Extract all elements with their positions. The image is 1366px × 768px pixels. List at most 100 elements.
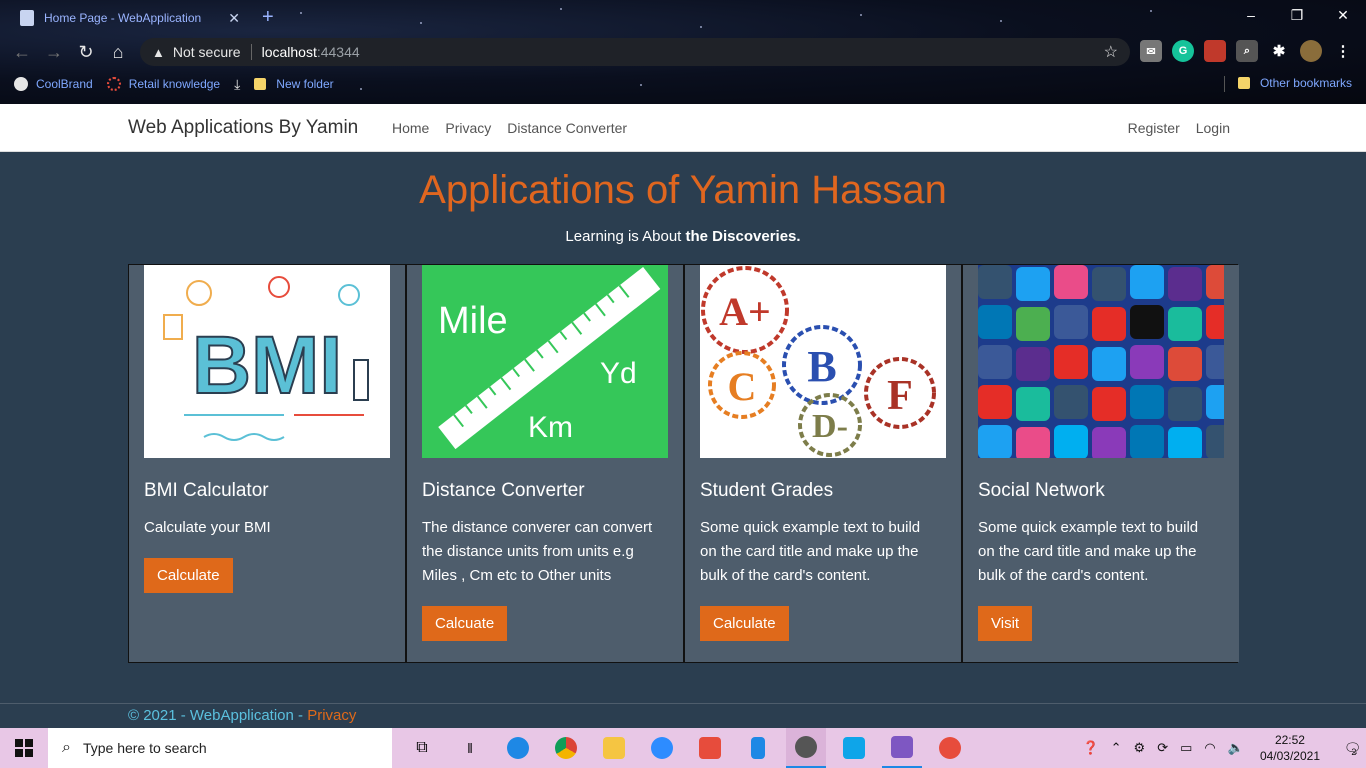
reload-button[interactable]: ↻ — [70, 36, 102, 68]
chevron-up-icon[interactable]: ⌃ — [1111, 740, 1122, 756]
other-bookmarks[interactable]: Other bookmarks — [1237, 76, 1352, 90]
download-bookmark[interactable]: ⤓ — [234, 76, 240, 93]
profile-avatar[interactable] — [1300, 40, 1322, 62]
new-tab-button[interactable]: + — [262, 6, 274, 29]
page-title: Applications of Yamin Hassan — [419, 168, 947, 212]
minimize-button[interactable]: – — [1228, 0, 1274, 30]
footer-privacy-link[interactable]: Privacy — [307, 707, 356, 724]
puzzle-icon[interactable]: ✱ — [1268, 40, 1290, 62]
phone-app[interactable] — [738, 728, 778, 768]
azure-app[interactable] — [834, 728, 874, 768]
bmi-image: BMI — [144, 265, 390, 458]
card-title: Distance Converter — [422, 480, 585, 501]
social-image — [978, 265, 1224, 458]
start-button[interactable] — [0, 728, 48, 768]
register-link[interactable]: Register — [1128, 120, 1180, 136]
file-explorer-app[interactable] — [594, 728, 634, 768]
grade-c: C — [728, 364, 757, 409]
taskbar-apps: ⧉ ‖ — [402, 728, 970, 768]
bookmark-star-icon[interactable]: ☆ — [1104, 42, 1118, 62]
close-window-button[interactable]: ✕ — [1320, 0, 1366, 30]
site-icon — [106, 77, 121, 91]
back-button[interactable]: ← — [6, 36, 38, 68]
login-link[interactable]: Login — [1196, 120, 1230, 136]
notification-center-button[interactable]: 🗨 2 — [1334, 728, 1366, 768]
bookmark-coolbrand[interactable]: CoolBrand — [14, 77, 93, 91]
mile-label: Mile — [438, 300, 508, 342]
card-student-grades: A+ C B F D- Student Grades Some quick ex… — [685, 265, 963, 662]
chrome-app[interactable] — [546, 728, 586, 768]
help-icon[interactable]: ❓ — [1082, 740, 1098, 756]
bookmark-new-folder[interactable]: New folder — [254, 77, 334, 91]
visual-studio-app[interactable] — [882, 728, 922, 768]
grade-b: B — [807, 342, 836, 391]
zoom-icon — [651, 737, 673, 759]
page-icon — [20, 10, 34, 26]
snip-app[interactable] — [930, 728, 970, 768]
volume-icon[interactable]: 🔈 — [1228, 740, 1244, 756]
card-text: Calculate your BMI — [144, 519, 271, 536]
calculate-distance-button[interactable]: Calcuate — [422, 606, 508, 641]
windows-icon — [15, 739, 33, 757]
zoom-app[interactable] — [642, 728, 682, 768]
book-extension-icon[interactable] — [1204, 40, 1226, 62]
clock[interactable]: 22:52 04/03/2021 — [1260, 732, 1320, 764]
yard-label: Yd — [600, 357, 637, 390]
clock-date: 04/03/2021 — [1259, 749, 1320, 763]
home-button[interactable]: ⌂ — [102, 36, 134, 68]
office-app[interactable] — [690, 728, 730, 768]
mail-extension-icon[interactable]: ✉ — [1140, 40, 1162, 62]
search-extension-icon[interactable]: ⌕ — [1236, 40, 1258, 62]
folder-icon — [603, 737, 625, 759]
bookmark-retail-knowledge[interactable]: Retail knowledge — [106, 77, 220, 91]
visit-button[interactable]: Visit — [978, 606, 1033, 641]
nav-distance-converter[interactable]: Distance Converter — [507, 120, 627, 136]
bmi-letters: BMI — [192, 320, 342, 411]
window-controls: – ❐ ✕ — [1228, 0, 1366, 30]
menu-dots-icon[interactable]: ⋮ — [1332, 40, 1354, 62]
taskbar-separator: ‖ — [450, 728, 490, 768]
card-text: The distance converer can convert the di… — [422, 519, 653, 584]
task-view-button[interactable]: ⧉ — [402, 728, 442, 768]
calculate-grades-button[interactable]: Calculate — [700, 606, 789, 641]
sync-icon[interactable]: ⟳ — [1157, 740, 1168, 756]
network-app-icon[interactable]: ⚙ — [1134, 740, 1146, 756]
grades-illustration: A+ C B F D- — [700, 265, 946, 458]
extensions: ✉ G ⌕ ✱ ⋮ — [1140, 40, 1354, 62]
cloud-icon — [843, 737, 865, 759]
nav-home[interactable]: Home — [392, 120, 429, 136]
globe-icon — [14, 77, 28, 91]
distance-image: Mile Yd Km — [422, 265, 668, 458]
warning-icon: ▲ — [152, 44, 165, 60]
brand-link[interactable]: Web Applications By Yamin — [128, 117, 358, 139]
nav-privacy[interactable]: Privacy — [445, 120, 491, 136]
url-port: :44344 — [316, 44, 360, 60]
grade-f: F — [887, 373, 913, 419]
card-distance-converter: Mile Yd Km Distance Converter The distan… — [407, 265, 685, 662]
close-icon[interactable]: ✕ — [228, 10, 240, 27]
card-social-network: Social Network Some quick example text t… — [963, 265, 1239, 662]
ruler-illustration: Mile Yd Km — [422, 265, 668, 458]
forward-button[interactable]: → — [38, 36, 70, 68]
wifi-icon[interactable]: ◠ — [1204, 740, 1215, 756]
restore-button[interactable]: ❐ — [1274, 0, 1320, 30]
edge-app[interactable] — [498, 728, 538, 768]
chrome-active-app[interactable] — [786, 728, 826, 768]
browser-tab[interactable]: Home Page - WebApplication ✕ — [10, 4, 250, 32]
tab-title: Home Page - WebApplication — [44, 11, 202, 25]
grade-a-plus: A+ — [719, 289, 771, 334]
calculate-bmi-button[interactable]: Calculate — [144, 558, 233, 593]
grade-d-minus: D- — [812, 408, 848, 445]
notification-count: 2 — [1351, 747, 1357, 757]
office-icon — [699, 737, 721, 759]
divider — [1224, 76, 1225, 92]
taskbar-search[interactable]: ⌕ Type here to search — [48, 728, 392, 768]
battery-icon[interactable]: ▭ — [1180, 740, 1192, 756]
grammarly-extension-icon[interactable]: G — [1172, 40, 1194, 62]
subtitle-bold: the Discoveries. — [685, 228, 801, 245]
search-icon: ⌕ — [62, 739, 71, 756]
bookmark-label: New folder — [276, 77, 334, 91]
site-navbar: Web Applications By Yamin Home Privacy D… — [0, 104, 1366, 152]
address-bar[interactable]: ▲ Not secure localhost :44344 ☆ — [140, 38, 1130, 66]
folder-icon — [254, 78, 267, 90]
